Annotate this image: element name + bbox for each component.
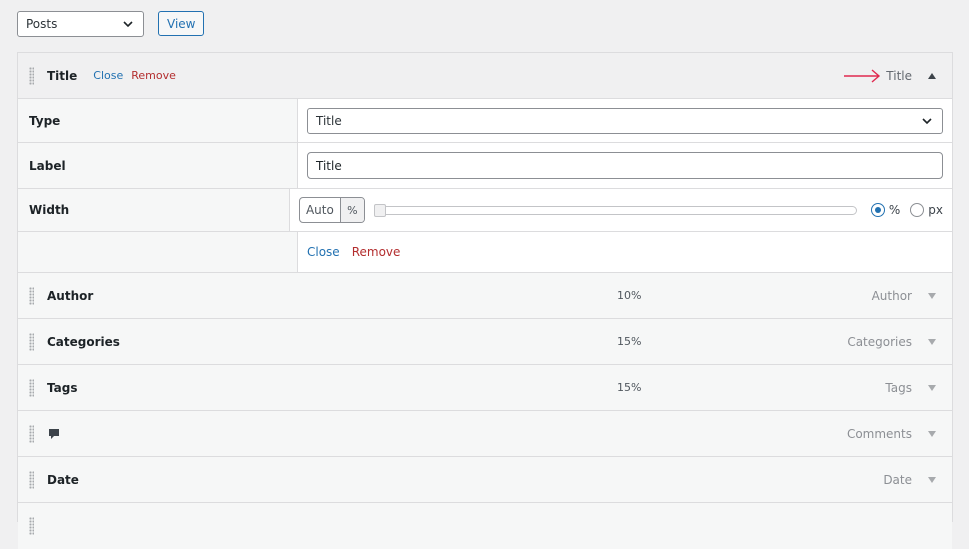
arrow-right-icon (844, 69, 881, 83)
expand-toggle-icon[interactable] (928, 292, 936, 299)
column-row-width: 10% (617, 289, 642, 302)
chevron-down-icon (922, 117, 932, 124)
collapse-toggle-icon[interactable] (928, 73, 936, 79)
label-input[interactable]: Title (307, 152, 943, 179)
expand-toggle-icon[interactable] (928, 338, 936, 345)
expand-toggle-icon[interactable] (928, 430, 936, 437)
close-link[interactable]: Close (93, 69, 123, 82)
width-value: Auto (305, 203, 334, 217)
column-row-label: Date (883, 472, 912, 487)
remove-link[interactable]: Remove (131, 69, 176, 82)
unit-px-radio[interactable] (910, 203, 925, 217)
column-row-title: Categories (47, 334, 120, 349)
column-row-comments[interactable]: Comments (18, 411, 952, 457)
unit-radios: % px (870, 203, 943, 217)
post-type-select[interactable]: Posts (17, 11, 144, 37)
drag-handle-icon[interactable] (29, 378, 34, 397)
width-slider[interactable] (373, 203, 857, 217)
column-row-author[interactable]: Author 10% Author (18, 273, 952, 319)
column-row-categories[interactable]: Categories 15% Categories (18, 319, 952, 365)
drag-handle-icon[interactable] (29, 470, 34, 489)
footer-close-link[interactable]: Close (307, 245, 340, 259)
setting-type-label: Type (18, 99, 298, 142)
column-row-label: Author (871, 288, 912, 303)
post-type-value: Posts (26, 17, 58, 31)
unit-percent-label: % (888, 203, 901, 217)
unit-px-label: px (928, 203, 943, 217)
column-row-width: 15% (617, 335, 642, 348)
setting-footer-row: Close Remove (18, 232, 952, 273)
width-unit: % (339, 198, 364, 222)
unit-percent-radio[interactable] (870, 203, 885, 217)
drag-handle-icon[interactable] (29, 424, 34, 443)
drag-handle-icon[interactable] (29, 517, 34, 535)
column-row-tags[interactable]: Tags 15% Tags (18, 365, 952, 411)
drag-handle-icon[interactable] (29, 332, 34, 351)
column-row-date[interactable]: Date Date (18, 457, 952, 503)
setting-width-row: Width Auto % % px (18, 189, 952, 232)
column-row-label: Tags (885, 380, 912, 395)
width-input[interactable]: Auto % (298, 197, 365, 223)
column-row-title: Date (47, 472, 79, 487)
width-slider-thumb[interactable] (373, 203, 386, 217)
columns-panel: Title Close Remove Title Type Title Labe… (17, 52, 953, 549)
chevron-down-icon (123, 21, 133, 28)
drag-handle-icon[interactable] (29, 286, 34, 305)
column-row-title: Author (47, 288, 94, 303)
column-row-label: Categories (847, 334, 912, 349)
column-row-title: Tags (47, 380, 78, 395)
view-button[interactable]: View (158, 11, 205, 36)
drag-handle-icon[interactable] (29, 66, 34, 85)
setting-label-label: Label (18, 143, 298, 188)
toolbar: Posts View (17, 11, 205, 37)
expand-toggle-icon[interactable] (928, 384, 936, 391)
column-title: Title (47, 68, 78, 83)
setting-width-label: Width (18, 189, 290, 231)
column-row-partial[interactable] (18, 503, 952, 549)
column-row-width: 15% (617, 381, 642, 394)
setting-label-row: Label Title (18, 143, 952, 189)
column-header-label: Title (886, 69, 912, 83)
comment-icon (49, 428, 59, 439)
expand-toggle-icon[interactable] (928, 476, 936, 483)
type-select[interactable]: Title (307, 107, 943, 134)
setting-type-row: Type Title (18, 99, 952, 143)
column-header-title[interactable]: Title Close Remove Title (18, 53, 952, 99)
column-row-label: Comments (846, 426, 912, 441)
type-select-value: Title (316, 113, 342, 128)
footer-remove-link[interactable]: Remove (352, 245, 401, 259)
